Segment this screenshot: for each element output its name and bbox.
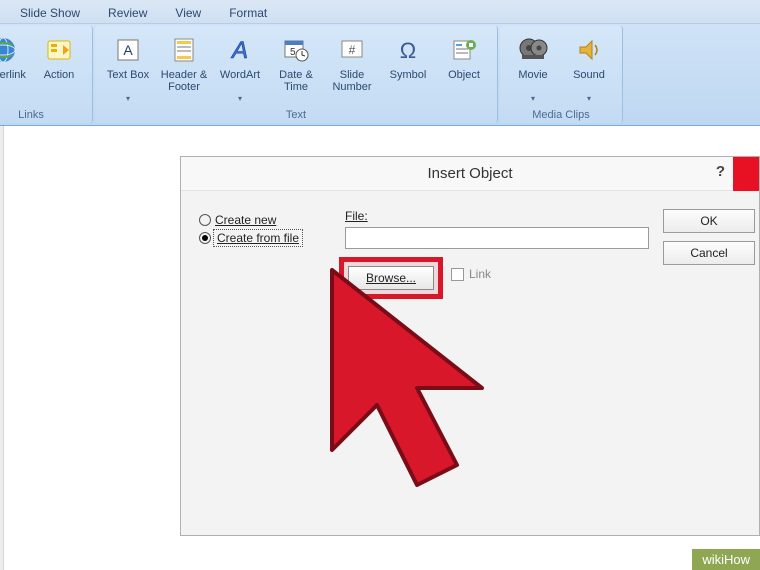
create-from-file-label: Create from file (215, 231, 301, 245)
group-label-media: Media Clips (506, 107, 616, 121)
action-button[interactable]: Action (32, 30, 86, 96)
left-scrollbar-sliver (0, 126, 4, 570)
datetime-button[interactable]: 5 Date & Time (269, 30, 323, 96)
symbol-icon: Ω (391, 33, 425, 67)
insert-object-dialog: Insert Object ? Create new Create from f… (180, 156, 760, 536)
chevron-down-icon: ▾ (531, 95, 535, 104)
chevron-down-icon: ▾ (126, 95, 130, 104)
dialog-title: Insert Object (427, 165, 512, 182)
action-icon (42, 33, 76, 67)
wordart-icon: A (223, 33, 257, 67)
chevron-down-icon: ▾ (238, 95, 242, 104)
chevron-down-icon: ▾ (587, 95, 591, 104)
svg-text:Ω: Ω (400, 38, 416, 63)
tab-format[interactable]: Format (215, 2, 281, 23)
dialog-titlebar: Insert Object ? (181, 157, 759, 191)
link-checkbox[interactable] (451, 268, 464, 281)
cancel-button[interactable]: Cancel (663, 241, 755, 265)
sound-button[interactable]: Sound ▾ (562, 30, 616, 105)
textbox-icon: A (111, 33, 145, 67)
tab-view[interactable]: View (161, 2, 215, 23)
file-area: File: (345, 209, 649, 249)
headerfooter-button[interactable]: Header & Footer (157, 30, 211, 96)
globe-icon (0, 33, 20, 67)
textbox-button[interactable]: A Text Box ▾ (101, 30, 155, 105)
object-button[interactable]: Object (437, 30, 491, 96)
create-from-file-radio[interactable] (199, 232, 211, 244)
wikihow-watermark: wikiHow (692, 549, 760, 570)
svg-text:5: 5 (290, 47, 296, 58)
ok-button[interactable]: OK (663, 209, 755, 233)
link-checkbox-row: Link (451, 267, 491, 281)
movie-button[interactable]: Movie ▾ (506, 30, 560, 105)
wordart-button[interactable]: A WordArt ▾ (213, 30, 267, 105)
slidenumber-icon: # (335, 33, 369, 67)
ribbon-tabs: Slide Show Review View Format (0, 0, 760, 24)
ribbon-group-media: Movie ▾ Sound ▾ Media Clips (500, 26, 623, 123)
browse-highlight: Browse... (339, 257, 443, 299)
datetime-icon: 5 (279, 33, 313, 67)
dialog-help-button[interactable]: ? (716, 163, 725, 180)
link-label: Link (469, 267, 491, 281)
ribbon-group-text: A Text Box ▾ Header & Footer A WordArt ▾ (95, 26, 498, 123)
svg-text:#: # (349, 43, 356, 57)
svg-text:A: A (123, 42, 133, 58)
hyperlink-button[interactable]: Hyperlink (0, 30, 30, 96)
file-path-input[interactable] (345, 227, 649, 249)
tab-review[interactable]: Review (94, 2, 161, 23)
tab-slideshow[interactable]: Slide Show (6, 2, 94, 23)
sound-icon (572, 33, 606, 67)
create-new-label: Create new (215, 213, 276, 227)
symbol-button[interactable]: Ω Symbol (381, 30, 435, 96)
svg-text:A: A (230, 37, 248, 64)
create-radio-group: Create new Create from file (199, 213, 301, 249)
dialog-body: Create new Create from file File: Browse… (181, 191, 759, 535)
dialog-buttons: OK Cancel (663, 209, 759, 265)
browse-button[interactable]: Browse... (348, 266, 434, 290)
ribbon-group-links: Hyperlink Action Links (0, 26, 93, 123)
slidenumber-button[interactable]: # Slide Number (325, 30, 379, 96)
create-new-radio[interactable] (199, 214, 211, 226)
group-label-text: Text (101, 107, 491, 121)
object-icon (447, 33, 481, 67)
file-label: File: (345, 209, 649, 223)
dialog-close-button[interactable] (733, 157, 759, 191)
movie-icon (516, 33, 550, 67)
group-label-links: Links (0, 107, 86, 121)
ribbon: Hyperlink Action Links A Text Box ▾ (0, 24, 760, 126)
headerfooter-icon (167, 33, 201, 67)
